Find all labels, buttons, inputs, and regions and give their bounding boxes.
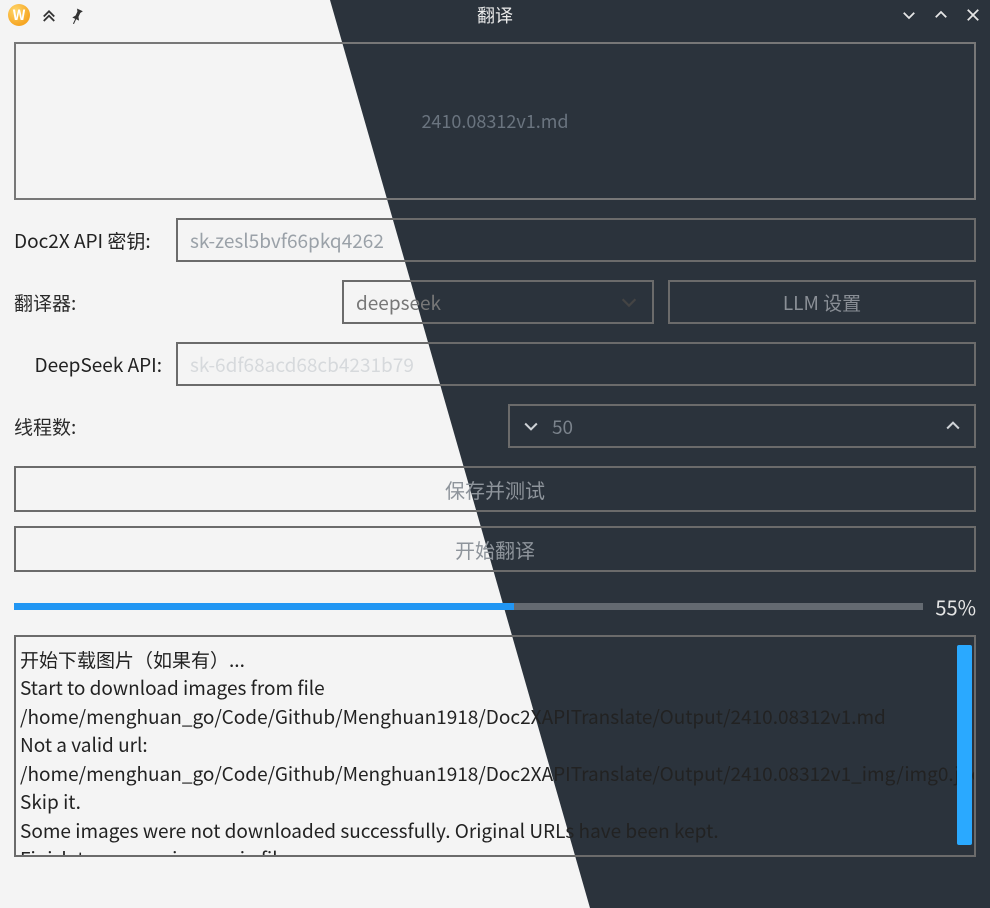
log-line: Start to download images from file /home… [20,674,956,731]
log-partial-top-line: …… [20,635,956,646]
translator-controls: deepseek LLM 设置 [176,280,976,324]
row-doc2x-api: Doc2X API 密钥: sk-zesl5bvf66pkq4262 [14,218,976,262]
row-threads: 线程数: 50 [14,404,976,448]
titlebar-left-icons: W [8,4,86,26]
log-line: Some images were not downloaded successf… [20,817,956,846]
doc2x-api-input[interactable]: sk-zesl5bvf66pkq4262 [176,218,976,262]
translator-select[interactable]: deepseek [342,280,654,324]
progress-percent-label: 55% [935,592,976,621]
start-translate-label: 开始翻译 [455,535,535,564]
save-and-test-label: 保存并测试 [445,475,545,504]
threads-spinner[interactable]: 50 [508,404,976,448]
maximize-icon[interactable] [932,6,950,24]
minimize-icon[interactable] [900,6,918,24]
start-translate-button[interactable]: 开始翻译 [14,526,976,572]
save-and-test-button[interactable]: 保存并测试 [14,466,976,512]
row-translator: 翻译器: deepseek LLM 设置 [14,280,976,324]
chevron-down-icon [618,291,640,313]
progress-bar [14,603,923,610]
threads-increment-icon[interactable] [934,406,972,446]
app-icon-letter: W [13,5,26,25]
log-line: Finish to process images in file /home/m… [20,845,956,857]
threads-label: 线程数: [14,413,166,440]
translator-label: 翻译器: [14,289,166,316]
doc2x-api-value: sk-zesl5bvf66pkq4262 [190,227,384,254]
file-display-box[interactable]: 2410.08312v1.md [14,42,976,200]
content-area: 2410.08312v1.md Doc2X API 密钥: sk-zesl5bv… [0,30,990,857]
llm-settings-button[interactable]: LLM 设置 [668,280,976,324]
deepseek-api-input[interactable]: sk-6df68acd68cb4231b79 [176,342,976,386]
progress-fill [14,603,514,610]
progress-row: 55% [14,592,976,621]
pin-icon[interactable] [68,6,86,24]
translator-selected-value: deepseek [356,289,441,316]
log-line: 开始下载图片（如果有）... [20,646,956,675]
row-deepseek-api: DeepSeek API: sk-6df68acd68cb4231b79 [14,342,976,386]
close-icon[interactable] [964,6,982,24]
titlebar: W 翻译 [0,0,990,30]
log-line: Not a valid url: /home/menghuan_go/Code/… [20,731,956,817]
deepseek-api-label: DeepSeek API: [14,351,166,378]
threads-value: 50 [552,413,573,440]
titlebar-right-icons [900,6,982,24]
file-display-filename: 2410.08312v1.md [421,108,568,134]
doc2x-api-label: Doc2X API 密钥: [14,227,166,254]
log-output[interactable]: …… 开始下载图片（如果有）... Start to download imag… [14,635,976,857]
app-icon[interactable]: W [8,4,30,26]
llm-settings-label: LLM 设置 [783,289,861,316]
window-title: 翻译 [0,2,990,28]
log-scrollbar-thumb[interactable] [957,645,972,845]
collapse-up-icon[interactable] [40,6,58,24]
threads-decrement-icon[interactable] [512,406,550,446]
deepseek-api-value: sk-6df68acd68cb4231b79 [190,351,414,378]
